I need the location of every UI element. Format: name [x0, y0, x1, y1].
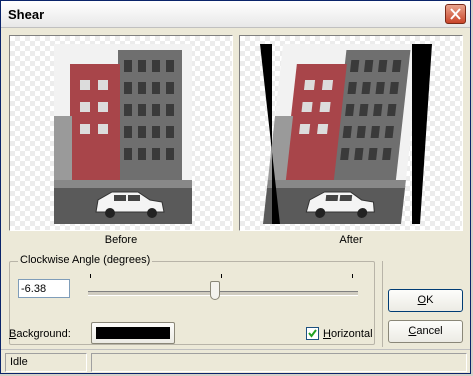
slider-tick [352, 274, 353, 278]
slider-tick [221, 274, 222, 278]
slider-tick [90, 274, 91, 278]
after-caption: After [339, 234, 363, 246]
status-panel [91, 353, 467, 372]
angle-slider-track[interactable] [88, 291, 358, 296]
before-caption: Before [104, 234, 138, 246]
separator [382, 261, 383, 347]
shear-dialog: Shear Before After Clockwise Angle (degr… [0, 0, 471, 374]
window-title: Shear [8, 7, 45, 22]
after-image [260, 44, 432, 224]
title-bar[interactable]: Shear [1, 1, 470, 28]
ok-button[interactable]: OK [388, 289, 463, 312]
cancel-button[interactable]: Cancel [388, 320, 463, 343]
close-icon [450, 8, 461, 20]
before-image [54, 44, 192, 224]
status-text: Idle [5, 353, 87, 372]
angle-input[interactable] [18, 279, 70, 298]
close-button[interactable] [445, 4, 466, 24]
horizontal-label[interactable]: Horizontal [323, 328, 373, 340]
angle-slider-thumb[interactable] [209, 281, 220, 300]
horizontal-checkbox[interactable] [306, 327, 319, 340]
checkmark-icon [308, 329, 317, 338]
after-preview: After [239, 35, 463, 246]
angle-group-label: Clockwise Angle (degrees) [18, 254, 153, 266]
background-color-swatch [96, 327, 170, 339]
status-bar: Idle [1, 349, 470, 376]
before-preview: Before [9, 35, 233, 246]
background-label: Background: [9, 328, 71, 340]
background-color-button[interactable] [91, 322, 175, 344]
